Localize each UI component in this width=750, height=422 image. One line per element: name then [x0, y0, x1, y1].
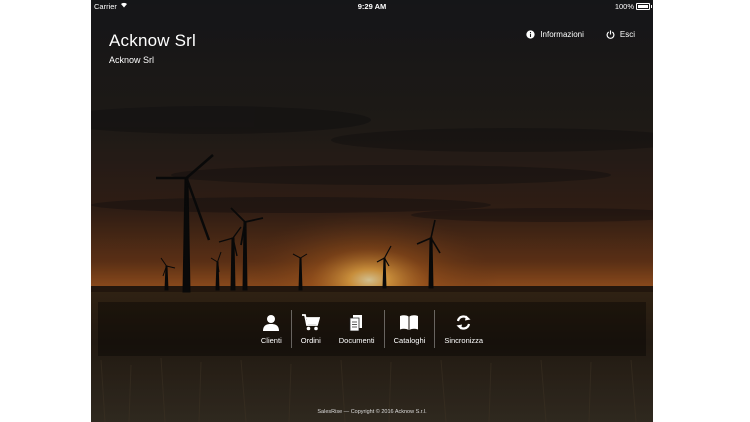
battery-icon — [636, 3, 652, 10]
copyright-footer: SalesRise — Copyright © 2016 Acknow S.r.… — [317, 409, 427, 415]
cataloghi-label: Cataloghi — [393, 335, 426, 345]
info-label: Informazioni — [540, 30, 584, 39]
status-bar: Carrier 9:29 AM 100% — [91, 0, 653, 14]
sincronizza-label: Sincronizza — [444, 335, 484, 345]
sync-icon — [455, 314, 472, 336]
document-icon — [349, 314, 364, 336]
power-icon — [606, 30, 615, 39]
documenti-button[interactable]: Documenti — [330, 302, 384, 356]
exit-label: Esci — [619, 30, 635, 39]
battery-percentage: 100% — [614, 2, 634, 11]
status-time: 9:29 AM — [357, 2, 387, 11]
background-image — [91, 0, 653, 422]
company-subtitle: Acknow Srl — [109, 55, 155, 65]
info-icon — [526, 30, 535, 39]
top-actions: Informazioni Esci — [526, 30, 635, 39]
documenti-label: Documenti — [338, 335, 375, 345]
ordini-label: Ordini — [300, 335, 321, 345]
exit-button[interactable]: Esci — [606, 30, 635, 39]
info-button[interactable]: Informazioni — [526, 30, 584, 39]
ordini-button[interactable]: Ordini — [292, 302, 330, 356]
app-screen: Carrier 9:29 AM 100% Acknow Srl Acknow S… — [91, 0, 653, 422]
clienti-button[interactable]: Clienti — [252, 302, 291, 356]
cart-icon — [301, 313, 321, 336]
book-icon — [399, 314, 419, 336]
company-name: Acknow Srl — [109, 31, 197, 50]
main-toolbar: Clienti Ordini Documenti Cataloghi Sincr… — [98, 302, 646, 356]
person-icon — [262, 314, 280, 336]
sincronizza-button[interactable]: Sincronizza — [435, 302, 492, 356]
cataloghi-button[interactable]: Cataloghi — [385, 302, 435, 356]
clienti-label: Clienti — [260, 335, 282, 345]
